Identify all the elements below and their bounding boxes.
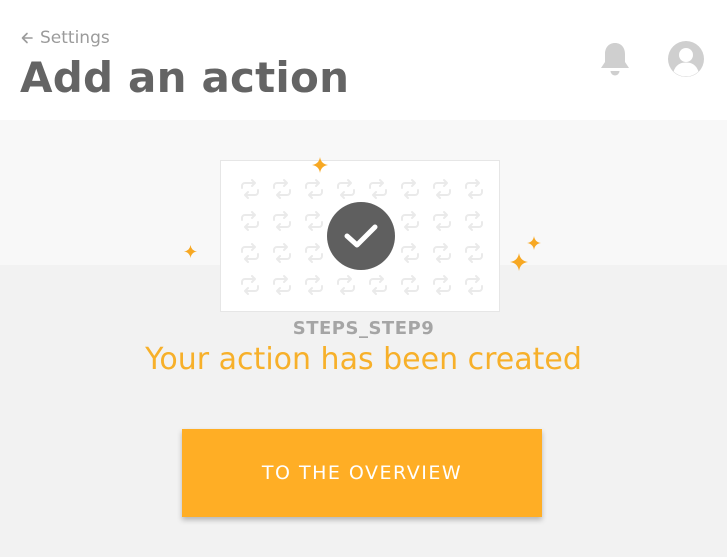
success-message: Your action has been created <box>145 342 582 377</box>
to-overview-button[interactable]: TO THE OVERVIEW <box>182 429 542 517</box>
checkmark-icon <box>344 224 378 248</box>
success-badge <box>327 202 395 270</box>
user-avatar-icon[interactable] <box>667 40 705 78</box>
bell-icon[interactable] <box>598 40 632 78</box>
sparkle-icon <box>510 253 528 271</box>
sparkle-icon <box>184 245 197 258</box>
step-identifier: STEPS_STEP9 <box>292 318 435 339</box>
page-header: Settings Add an action <box>0 0 727 120</box>
back-link-settings[interactable]: Settings <box>20 28 110 48</box>
back-link-label: Settings <box>40 28 110 48</box>
action-preview-card <box>220 160 500 312</box>
sparkle-icon <box>312 157 328 173</box>
page-title: Add an action <box>20 53 350 102</box>
sparkle-icon <box>527 236 541 250</box>
arrow-left-icon <box>21 32 33 44</box>
